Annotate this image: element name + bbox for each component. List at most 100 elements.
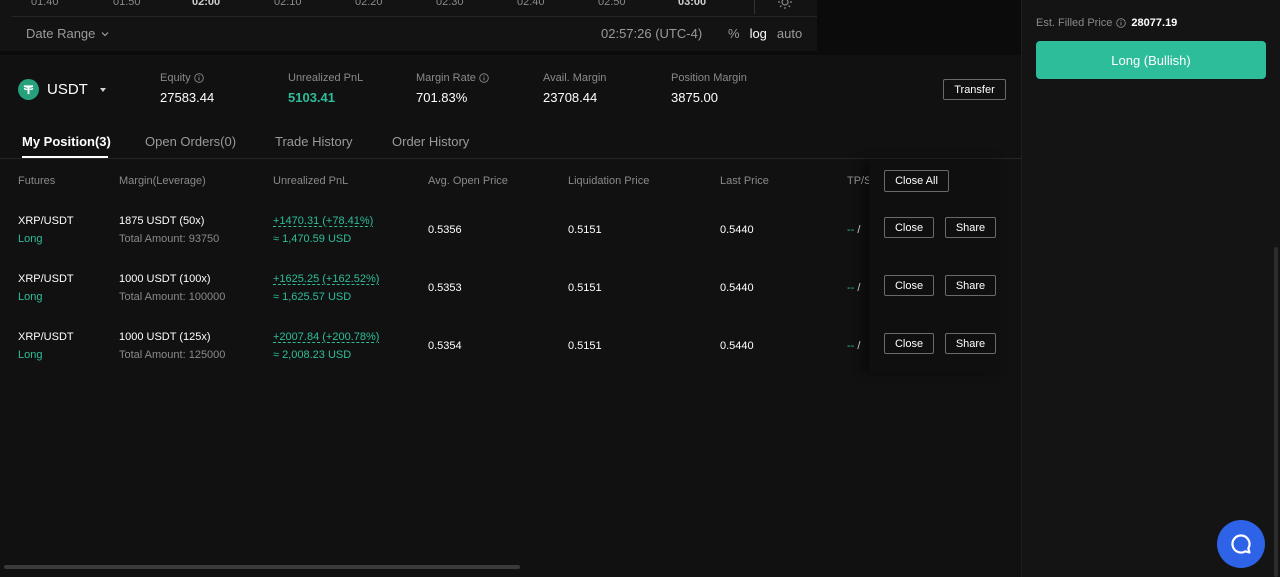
chart-gutter (817, 0, 1021, 51)
row-pnl[interactable]: +1625.25 (+162.52%) (273, 273, 379, 285)
row-sl: / (857, 340, 861, 352)
currency-name: USDT (47, 81, 88, 98)
currency-selector[interactable]: USDT (18, 79, 106, 100)
trading-screen: 01:40 01:50 02:00 02:10 02:20 02:30 02:4… (0, 0, 1280, 577)
column-header-last-price: Last Price (720, 175, 769, 187)
row-symbol: XRP/USDT (18, 215, 74, 227)
row-side: Long (18, 291, 43, 303)
share-position-button[interactable]: Share (945, 333, 996, 354)
caret-down-icon (99, 87, 106, 92)
positions-tabs: My Position(3) Open Orders(0) Trade Hist… (0, 125, 1021, 159)
order-sidebar: Est. Filled Price 28077.19 Long (Bullish… (1021, 0, 1280, 577)
active-tab-indicator (22, 156, 108, 158)
time-tick: 02:20 (355, 0, 383, 8)
table-row: XRP/USDT Long 1000 USDT (100x) Total Amo… (0, 273, 1021, 331)
row-symbol: XRP/USDT (18, 331, 74, 343)
row-liq-price: 0.5151 (568, 340, 602, 352)
info-icon[interactable] (1116, 18, 1127, 28)
time-tick: 02:40 (517, 0, 545, 8)
close-position-button[interactable]: Close (884, 275, 934, 296)
horizontal-scrollbar[interactable] (4, 565, 520, 569)
chart-scale-options: % log auto (728, 26, 802, 41)
table-row: XRP/USDT Long 1875 USDT (50x) Total Amou… (0, 215, 1021, 273)
auto-scale-button[interactable]: auto (777, 26, 802, 41)
info-icon[interactable] (479, 73, 489, 83)
row-tp: -- (847, 282, 858, 294)
share-position-button[interactable]: Share (945, 275, 996, 296)
chart-separator (12, 16, 817, 17)
transfer-button[interactable]: Transfer (943, 79, 1006, 100)
tab-order-history[interactable]: Order History (392, 134, 469, 149)
stat-label: Avail. Margin (543, 72, 607, 84)
row-total-amount: Total Amount: 125000 (119, 349, 226, 361)
row-margin: 1000 USDT (125x) (119, 331, 211, 343)
date-range-dropdown[interactable]: Date Range (26, 26, 110, 41)
percent-scale-button[interactable]: % (728, 26, 740, 41)
date-range-label: Date Range (26, 26, 96, 41)
row-side: Long (18, 233, 43, 245)
row-last-price: 0.5440 (720, 224, 754, 236)
column-header-margin: Margin(Leverage) (119, 175, 206, 187)
position-margin-stat: Position Margin 3875.00 (671, 72, 747, 105)
stat-value: 27583.44 (160, 90, 215, 105)
column-header-tpsl: TP/S (847, 175, 869, 187)
column-header-pnl: Unrealized PnL (273, 175, 349, 187)
row-tpsl[interactable]: -- / (847, 224, 860, 236)
row-tpsl[interactable]: -- / (847, 340, 860, 352)
row-pnl[interactable]: +2007.84 (+200.78%) (273, 331, 379, 343)
stat-label: Unrealized PnL (288, 72, 364, 84)
row-tp: -- (847, 224, 858, 236)
close-all-button[interactable]: Close All (884, 170, 949, 192)
row-tpsl[interactable]: -- / (847, 282, 860, 294)
close-position-button[interactable]: Close (884, 217, 934, 238)
column-header-liq-price: Liquidation Price (568, 175, 650, 187)
equity-stat: Equity 27583.44 (160, 72, 214, 105)
chart-footer: 01:40 01:50 02:00 02:10 02:20 02:30 02:4… (0, 0, 817, 51)
column-header-futures: Futures (18, 175, 56, 187)
positions-panel: USDT Equity 27583.44 Unrealized PnL 5103… (0, 55, 1021, 577)
log-scale-button[interactable]: log (750, 26, 767, 41)
table-row: XRP/USDT Long 1000 USDT (125x) Total Amo… (0, 331, 1021, 389)
long-bullish-button[interactable]: Long (Bullish) (1036, 41, 1266, 79)
row-pnl-usd: ≈ 1,470.59 USD (273, 233, 352, 245)
row-pnl-usd: ≈ 2,008.23 USD (273, 349, 352, 361)
account-summary: USDT Equity 27583.44 Unrealized PnL 5103… (0, 55, 1021, 125)
row-pnl[interactable]: +1470.31 (+78.41%) (273, 215, 373, 227)
est-label: Est. Filled Price (1036, 17, 1113, 29)
est-price-value: 28077.19 (1131, 17, 1178, 29)
row-tp: -- (847, 340, 858, 352)
stat-value: 3875.00 (671, 90, 718, 105)
support-chat-button[interactable] (1217, 520, 1265, 568)
stat-label: Position Margin (671, 72, 747, 84)
row-side: Long (18, 349, 43, 361)
tab-open-orders[interactable]: Open Orders(0) (145, 134, 236, 149)
chart-clock: 02:57:26 (UTC-4) (601, 26, 703, 41)
est-filled-price: Est. Filled Price 28077.19 (1036, 17, 1177, 29)
stat-value: 701.83% (416, 90, 468, 105)
info-icon[interactable] (193, 73, 204, 83)
row-last-price: 0.5440 (720, 282, 754, 294)
stat-value: 5103.41 (288, 90, 335, 105)
row-open-price: 0.5356 (428, 224, 462, 236)
tab-my-position[interactable]: My Position(3) (22, 134, 111, 149)
row-liq-price: 0.5151 (568, 282, 602, 294)
time-tick: 02:00 (192, 0, 221, 8)
tab-trade-history[interactable]: Trade History (275, 134, 353, 149)
tether-icon (18, 79, 39, 100)
unrealized-pnl-stat: Unrealized PnL 5103.41 (288, 72, 363, 105)
settings-sun-icon[interactable] (777, 0, 793, 10)
time-tick: 03:00 (678, 0, 707, 8)
row-last-price: 0.5440 (720, 340, 754, 352)
chat-bubble-icon (1231, 534, 1251, 554)
chart-divider (754, 0, 755, 14)
time-tick: 02:50 (598, 0, 626, 8)
stat-label: Equity (160, 72, 191, 84)
margin-rate-stat: Margin Rate 701.83% (416, 72, 489, 105)
row-symbol: XRP/USDT (18, 273, 74, 285)
row-pnl-usd: ≈ 1,625.57 USD (273, 291, 352, 303)
share-position-button[interactable]: Share (945, 217, 996, 238)
row-liq-price: 0.5151 (568, 224, 602, 236)
vertical-scrollbar[interactable] (1274, 247, 1278, 577)
close-position-button[interactable]: Close (884, 333, 934, 354)
stat-label: Margin Rate (416, 72, 476, 84)
